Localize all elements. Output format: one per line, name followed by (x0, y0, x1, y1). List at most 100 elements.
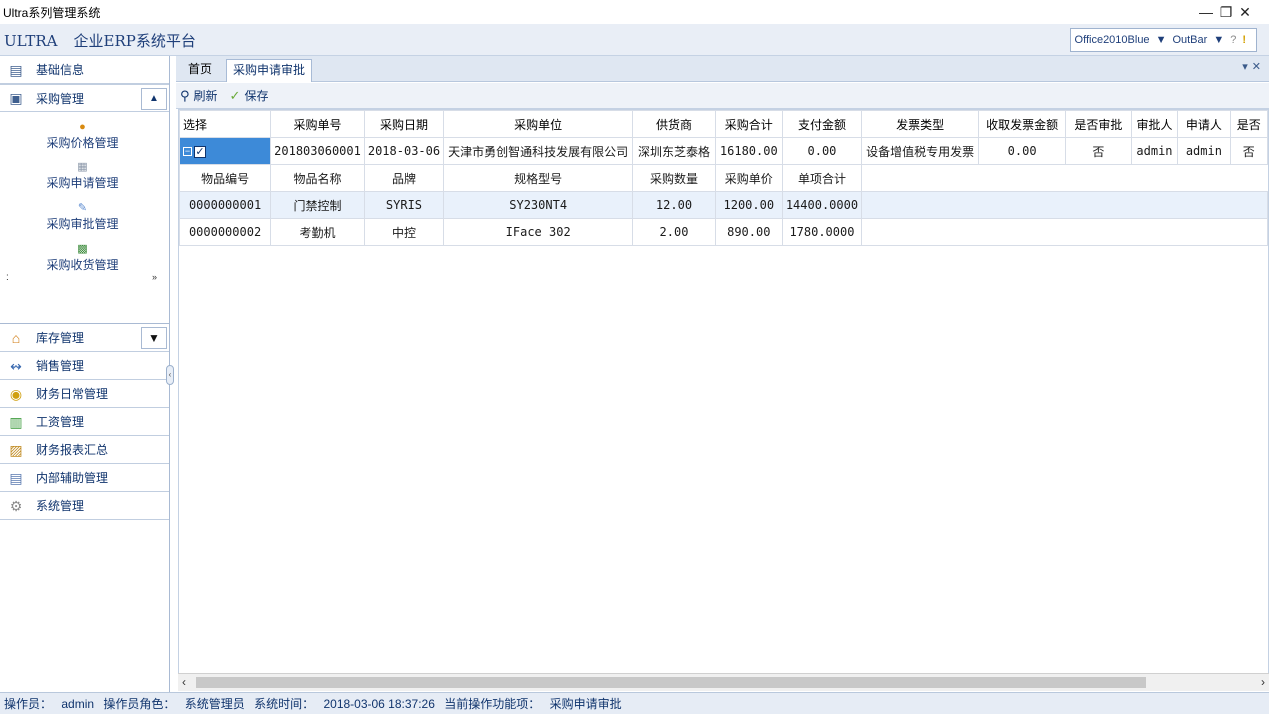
scroll-thumb[interactable] (196, 677, 1146, 688)
sidebar-group-purchase[interactable]: ▣ 采购管理 ▲ (0, 84, 169, 112)
computer-icon: ▣ (9, 90, 23, 106)
cell-extra: 否 (1229, 137, 1268, 165)
column-header[interactable]: 申请人 (1177, 110, 1231, 138)
subitem-purchase-request[interactable]: ▦ 采购申请管理 (0, 160, 165, 191)
detail-column-header[interactable]: 品牌 (363, 164, 445, 192)
subitem-purchase-price[interactable]: ● 采购价格管理 (0, 120, 165, 151)
select-cell[interactable]: − ✓ (179, 137, 272, 165)
column-header[interactable]: 支付金额 (781, 110, 863, 138)
cell-subtotal: 1780.0000 (781, 218, 863, 246)
approval-icon: ✎ (77, 202, 88, 214)
save-button[interactable]: ✓ 保存 (230, 87, 269, 104)
column-header[interactable]: 是否审批 (1065, 110, 1132, 138)
status-bar: 操作员： admin 操作员角色： 系统管理员 系统时间： 2018-03-06… (0, 692, 1269, 714)
alert-icon[interactable]: ! (1242, 34, 1246, 46)
detail-column-header[interactable]: 采购单价 (714, 164, 783, 192)
detail-row[interactable]: 0000000002 考勤机 中控 IFace 302 2.00 890.00 … (179, 218, 1268, 246)
theme-dropdown[interactable]: Office2010Blue (1075, 34, 1150, 46)
sidebar-group-label: 系统管理 (36, 499, 85, 513)
refresh-label: 刷新 (193, 89, 218, 103)
receipt-icon: ▩ (77, 243, 88, 255)
scroll-left-arrow-icon[interactable]: ‹ (182, 675, 186, 689)
column-header[interactable]: 选择 (179, 110, 272, 138)
sidebar-group-label: 财务日常管理 (36, 387, 109, 401)
sidebar-group-label: 库存管理 (36, 331, 85, 345)
status-time: 2018-03-06 18:37:26 (323, 697, 435, 711)
scroll-right-arrow-icon[interactable]: › (1261, 675, 1265, 689)
detail-row[interactable]: 0000000001 门禁控制 SYRIS SY230NT4 12.00 120… (179, 191, 1268, 219)
subitem-label: 采购审批管理 (46, 217, 119, 231)
column-header[interactable]: 供货商 (632, 110, 716, 138)
chevron-down-icon[interactable]: ▼ (1156, 34, 1167, 46)
detail-column-header[interactable]: 采购数量 (632, 164, 716, 192)
splitter-handle[interactable]: ‹ (166, 365, 174, 385)
empty-cell (861, 164, 1268, 192)
cell-item-no: 0000000002 (179, 218, 272, 246)
main-panel: 首页 采购申请审批 ▾✕ ⚲ 刷新 ✓ 保存 选择 采购单号 采购日期 采购单位… (176, 56, 1269, 692)
sidebar-group-finance-daily[interactable]: ◉ 财务日常管理 (0, 380, 169, 408)
brand-name: ULTRA (4, 32, 58, 50)
cell-item-name: 考勤机 (270, 218, 365, 246)
tab-controls[interactable]: ▾✕ (1242, 60, 1265, 73)
collapse-button[interactable]: ▲ (141, 88, 167, 110)
subitem-purchase-receipt[interactable]: ▩ 采购收货管理 (0, 242, 165, 273)
app-header: ULTRA 企业ERP系统平台 Office2010Blue ▼ OutBar ▼… (0, 24, 1269, 56)
scroll-left-icon[interactable]: : (6, 272, 9, 283)
column-header[interactable]: 审批人 (1130, 110, 1179, 138)
column-header[interactable]: 收取发票金额 (978, 110, 1067, 138)
cell-total: 16180.00 (714, 137, 783, 165)
tab-purchase-approval[interactable]: 采购申请审批 (226, 59, 313, 82)
status-operator: admin (61, 697, 95, 711)
collapse-toggle-icon[interactable]: − (183, 147, 192, 157)
cell-brand: 中控 (363, 218, 445, 246)
detail-column-header[interactable]: 物品编号 (179, 164, 272, 192)
cell-applicant: admin (1177, 137, 1231, 165)
sidebar-group-label: 采购管理 (36, 91, 85, 106)
grid-table: 选择 采购单号 采购日期 采购单位 供货商 采购合计 支付金额 发票类型 收取发… (179, 110, 1268, 246)
cell-approved: 否 (1065, 137, 1132, 165)
row-checkbox[interactable]: ✓ (194, 145, 206, 158)
subitem-purchase-approval[interactable]: ✎ 采购审批管理 (0, 201, 165, 232)
cell-qty: 2.00 (632, 218, 716, 246)
column-header[interactable]: 发票类型 (861, 110, 980, 138)
sidebar-group-label: 工资管理 (36, 415, 85, 429)
detail-column-header[interactable]: 物品名称 (270, 164, 365, 192)
sidebar-group-internal[interactable]: ▤ 内部辅助管理 (0, 464, 169, 492)
scroll-right-icon[interactable]: » (152, 272, 157, 282)
close-button[interactable]: ✕ (1231, 2, 1259, 22)
sidebar-group-finance-report[interactable]: ▨ 财务报表汇总 (0, 436, 169, 464)
grid-header-row: 选择 采购单号 采购日期 采购单位 供货商 采购合计 支付金额 发票类型 收取发… (179, 110, 1268, 138)
brand-title: ULTRA 企业ERP系统平台 (4, 30, 196, 51)
sidebar-group-salary[interactable]: ▥ 工资管理 (0, 408, 169, 436)
refresh-button[interactable]: ⚲ 刷新 (180, 87, 218, 104)
column-header[interactable]: 采购单位 (443, 110, 634, 138)
column-header[interactable]: 采购合计 (714, 110, 783, 138)
status-role-label: 操作员角色： (103, 697, 176, 711)
cell-approver: admin (1130, 137, 1179, 165)
sidebar-group-inventory[interactable]: ⌂ 库存管理 ▼ (0, 324, 169, 352)
subitem-label: 采购收货管理 (46, 258, 119, 272)
nav-style-dropdown[interactable]: OutBar (1172, 34, 1207, 46)
column-header[interactable]: 采购单号 (270, 110, 365, 138)
sidebar: ▤ 基础信息 ▣ 采购管理 ▲ ● 采购价格管理 ▦ 采购申请管理 ✎ 采购审批… (0, 56, 170, 692)
help-icon[interactable]: ? (1230, 34, 1236, 46)
tab-home[interactable]: 首页 (182, 59, 218, 82)
detail-column-header[interactable]: 单项合计 (781, 164, 863, 192)
horizontal-scrollbar[interactable]: ‹ › (178, 673, 1269, 691)
cell-invoice-amount: 0.00 (978, 137, 1067, 165)
status-func-label: 当前操作功能项： (444, 697, 541, 711)
table-row[interactable]: − ✓ 201803060001 2018-03-06 天津市勇创智通科技发展有限… (179, 137, 1268, 165)
column-header[interactable]: 采购日期 (363, 110, 445, 138)
window-titlebar: Ultra系列管理系统 — ❐ ✕ (0, 0, 1269, 24)
handshake-icon: ↭ (10, 357, 22, 374)
sidebar-group-sales[interactable]: ↭ 销售管理 (0, 352, 169, 380)
cell-brand: SYRIS (363, 191, 445, 219)
column-header[interactable]: 是否 (1229, 110, 1268, 138)
sidebar-group-label: 内部辅助管理 (36, 471, 109, 485)
cell-buyer: 天津市勇创智通科技发展有限公司 (443, 137, 634, 165)
expand-button[interactable]: ▼ (141, 327, 167, 349)
chevron-down-icon[interactable]: ▼ (1213, 34, 1224, 46)
sidebar-item-basic-info[interactable]: ▤ 基础信息 (0, 56, 169, 84)
detail-column-header[interactable]: 规格型号 (443, 164, 634, 192)
sidebar-group-system[interactable]: ⚙ 系统管理 (0, 492, 169, 520)
